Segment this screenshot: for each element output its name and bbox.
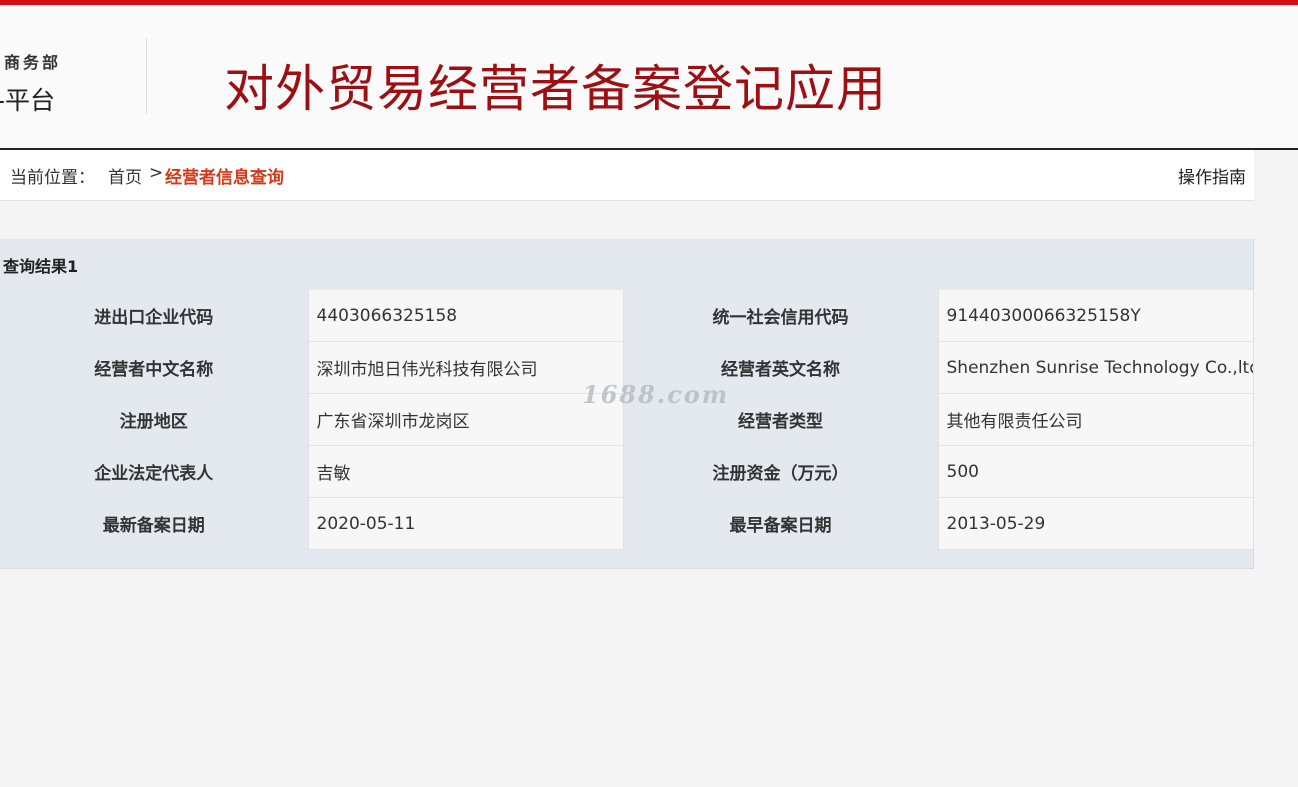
result-title: 查询结果1 — [3, 257, 79, 276]
field-value: 深圳市旭日伟光科技有限公司 — [307, 341, 624, 394]
field-value: 吉敏 — [307, 445, 624, 498]
app-title: 对外贸易经营者备案登记应用 — [224, 60, 887, 118]
table-row: 最新备案日期 2020-05-11 最早备案日期 2013-05-29 — [0, 497, 1254, 550]
field-value: 2020-05-11 — [307, 497, 624, 550]
field-label: 最新备案日期 — [0, 497, 308, 550]
table-row: 进出口企业代码 4403066325158 统一社会信用代码 914403000663… — [0, 290, 1254, 342]
field-value: 2013-05-29 — [937, 497, 1254, 550]
field-label: 注册资金（万元） — [623, 445, 938, 498]
field-value: 广东省深圳市龙岗区 — [307, 393, 624, 446]
field-value: 4403066325158 — [307, 290, 624, 342]
field-value: Shenzhen Sunrise Technology Co.,ltd — [937, 341, 1254, 394]
platform-label: -平台 — [0, 86, 56, 115]
breadcrumb: 当前位置： 首页 > 经营者信息查询 操作指南 — [0, 150, 1254, 201]
breadcrumb-separator: > — [149, 163, 164, 183]
field-label: 进出口企业代码 — [0, 290, 308, 342]
ministry-label: 商务部 — [4, 53, 62, 72]
table-row: 企业法定代表人 吉敏 注册资金（万元） 500 — [0, 445, 1254, 498]
operation-guide-link[interactable]: 操作指南 — [1178, 163, 1246, 188]
watermark: 1688.com — [582, 380, 730, 409]
field-label: 经营者中文名称 — [0, 341, 308, 394]
field-value: 其他有限责任公司 — [937, 393, 1254, 446]
operator-info-table: 进出口企业代码 4403066325158 统一社会信用代码 914403000663… — [0, 290, 1254, 550]
field-value: 500 — [937, 445, 1254, 498]
breadcrumb-current: 经营者信息查询 — [165, 168, 284, 188]
site-header: 商务部 -平台 对外贸易经营者备案登记应用 — [0, 5, 1298, 150]
header-divider — [146, 38, 147, 114]
breadcrumb-home-link[interactable]: 首页 — [108, 163, 142, 188]
field-label: 统一社会信用代码 — [623, 290, 938, 342]
field-label: 最早备案日期 — [623, 497, 938, 550]
breadcrumb-prefix: 当前位置： — [10, 168, 95, 188]
field-label: 企业法定代表人 — [0, 445, 308, 498]
field-label: 注册地区 — [0, 393, 308, 446]
field-value: 914403000663251​58Y — [937, 290, 1254, 342]
